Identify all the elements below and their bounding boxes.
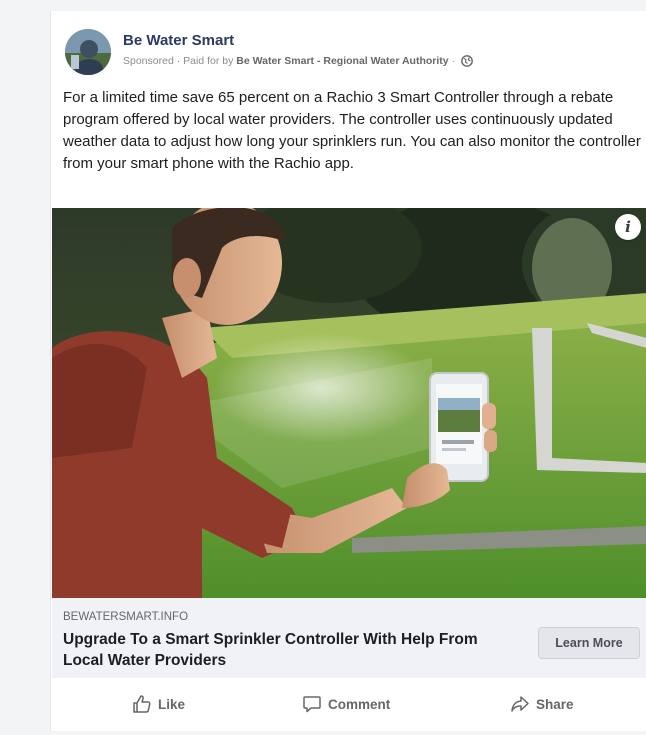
- avatar-image: [65, 29, 111, 75]
- link-domain: BEWATERSMART.INFO: [63, 611, 189, 623]
- ad-image[interactable]: i: [52, 208, 646, 598]
- sponsored-line: Sponsored · Paid for by Be Water Smart -…: [123, 55, 473, 67]
- comment-label: Comment: [328, 696, 391, 712]
- comment-bubble-icon: [303, 696, 321, 713]
- like-button[interactable]: Like: [132, 691, 185, 717]
- page-name-link[interactable]: Be Water Smart: [123, 32, 234, 49]
- share-arrow-icon: [511, 696, 529, 712]
- link-headline[interactable]: Upgrade To a Smart Sprinkler Controller …: [63, 629, 503, 671]
- share-label: Share: [536, 696, 574, 712]
- post-body-text: For a limited time save 65 percent on a …: [63, 87, 641, 175]
- man-with-phone-lawn-photo: [52, 208, 646, 598]
- comment-button[interactable]: Comment: [302, 691, 390, 717]
- post-header: Be Water Smart Sponsored · Paid for by B…: [63, 27, 633, 77]
- like-label: Like: [158, 696, 186, 712]
- globe-icon: [461, 55, 473, 67]
- post-body-paragraph: For a limited time save 65 percent on a …: [63, 89, 641, 172]
- learn-more-button[interactable]: Learn More: [538, 627, 640, 659]
- sponsored-post-card: Be Water Smart Sponsored · Paid for by B…: [50, 11, 646, 731]
- paid-for-by[interactable]: Be Water Smart - Regional Water Authorit…: [236, 55, 448, 67]
- page-avatar[interactable]: [65, 29, 111, 75]
- share-button[interactable]: Share: [510, 691, 574, 717]
- post-actions-bar: Like Comment Share: [52, 679, 646, 729]
- info-icon[interactable]: i: [615, 214, 641, 240]
- sponsored-label: Sponsored: [123, 55, 174, 67]
- separator-dot: ·: [451, 55, 456, 67]
- paid-for-prefix: · Paid for by: [176, 55, 234, 67]
- link-preview[interactable]: BEWATERSMART.INFO Upgrade To a Smart Spr…: [52, 598, 646, 678]
- thumbs-up-icon: [133, 695, 151, 713]
